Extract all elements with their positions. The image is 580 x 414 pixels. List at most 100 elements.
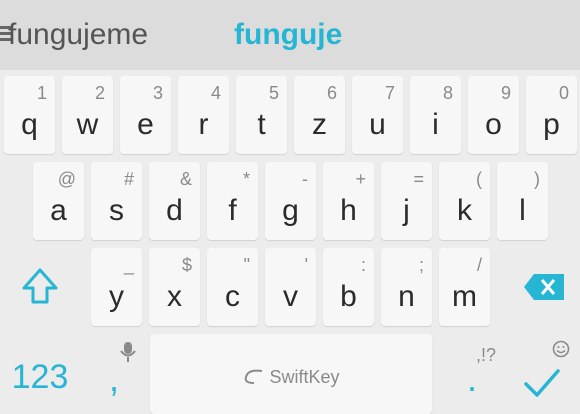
key-f[interactable]: * f (207, 162, 258, 240)
key-o[interactable]: 9o (468, 76, 519, 154)
key-l[interactable]: ) l (497, 162, 548, 240)
key-label: a (50, 194, 67, 227)
key-label: l (519, 194, 526, 227)
key-secondary: = (413, 169, 424, 189)
key-secondary: 5 (268, 83, 279, 103)
key-secondary: / (476, 255, 482, 275)
key-secondary: 8 (442, 83, 453, 103)
key-n[interactable]: ; n (381, 248, 432, 326)
period-key-label: . (466, 358, 477, 399)
key-secondary: + (355, 169, 366, 189)
key-label: m (452, 280, 477, 313)
key-v[interactable]: ' v (265, 248, 316, 326)
key-label: f (228, 194, 237, 227)
swiftkey-brand: SwiftKey (150, 367, 432, 388)
key-q[interactable]: 1q (4, 76, 55, 154)
swiftkey-logo-icon (245, 369, 263, 384)
key-z[interactable]: 6z (294, 76, 345, 154)
suggestion-bar: fungujeme funguje (0, 0, 580, 70)
key-b[interactable]: :b (323, 248, 374, 326)
numbers-key[interactable]: 123 (2, 334, 78, 414)
key-label: t (257, 108, 266, 141)
key-secondary: : (360, 255, 366, 275)
microphone-icon (120, 342, 136, 362)
suggestion-left[interactable]: fungujeme (8, 0, 148, 70)
space-key[interactable]: SwiftKey (150, 334, 432, 414)
key-secondary: 0 (558, 83, 569, 103)
key-label: d (166, 194, 183, 227)
key-secondary: _ (123, 255, 134, 275)
key-secondary: 2 (94, 83, 105, 103)
key-label: h (340, 194, 357, 227)
key-label: u (369, 108, 386, 141)
numbers-key-label: 123 (11, 358, 69, 396)
key-secondary: ' (304, 255, 308, 275)
key-label: i (432, 108, 439, 141)
key-r[interactable]: 4r (178, 76, 229, 154)
key-y[interactable]: _ y (91, 248, 142, 326)
key-e[interactable]: 3e (120, 76, 171, 154)
key-i[interactable]: 8i (410, 76, 461, 154)
key-label: z (312, 108, 327, 141)
key-secondary: 4 (210, 83, 221, 103)
key-secondary: ; (418, 255, 424, 275)
emoji-icon (552, 340, 570, 358)
key-s[interactable]: # s (91, 162, 142, 240)
period-key[interactable]: ,!? . (440, 334, 504, 414)
checkmark-icon (524, 369, 560, 397)
key-secondary: " (243, 255, 250, 275)
key-label: e (137, 108, 154, 141)
key-secondary: 1 (36, 83, 47, 103)
keyboard: 1q2w3e4r5t6z7u8i9o0p @ a # s & d * f - g + h = j(k) l … (0, 70, 580, 414)
key-k[interactable]: (k (439, 162, 490, 240)
key-label: r (198, 108, 209, 141)
key-secondary: $ (181, 255, 192, 275)
shift-icon (22, 268, 58, 304)
key-secondary: 9 (500, 83, 511, 103)
period-key-secondary: ,!? (475, 345, 496, 365)
key-label: x (167, 280, 182, 313)
key-label: o (485, 108, 502, 141)
swiftkey-brand-label: SwiftKey (269, 367, 340, 387)
key-secondary: - (302, 169, 308, 189)
key-p[interactable]: 0p (526, 76, 577, 154)
key-h[interactable]: + h (323, 162, 374, 240)
key-u[interactable]: 7u (352, 76, 403, 154)
key-w[interactable]: 2w (62, 76, 113, 154)
key-j[interactable]: = j (381, 162, 432, 240)
key-t[interactable]: 5t (236, 76, 287, 154)
key-secondary: * (242, 169, 250, 189)
key-label: g (282, 194, 299, 227)
suggestion-center[interactable]: funguje (234, 0, 342, 70)
key-secondary: 3 (152, 83, 163, 103)
key-secondary: 6 (326, 83, 337, 103)
key-a[interactable]: @ a (33, 162, 84, 240)
comma-key-label: , (108, 358, 119, 399)
key-secondary: @ (57, 169, 76, 189)
key-x[interactable]: $ x (149, 248, 200, 326)
key-label: w (76, 108, 99, 141)
key-c[interactable]: " c (207, 248, 258, 326)
key-label: n (398, 280, 415, 313)
key-secondary: ( (476, 169, 482, 189)
backspace-key[interactable] (500, 248, 578, 326)
key-label: b (340, 280, 357, 313)
key-m[interactable]: / m (439, 248, 490, 326)
key-label: c (225, 280, 240, 313)
key-secondary: & (179, 169, 192, 189)
key-label: y (109, 280, 124, 313)
key-label: p (543, 108, 560, 141)
comma-key[interactable]: , (84, 334, 144, 414)
key-label: s (109, 194, 124, 227)
enter-key[interactable] (510, 334, 578, 414)
backspace-icon (524, 274, 564, 300)
key-label: v (283, 280, 298, 313)
key-d[interactable]: & d (149, 162, 200, 240)
key-label: k (457, 194, 472, 227)
key-secondary: # (123, 169, 134, 189)
key-label: q (21, 108, 38, 141)
shift-key[interactable] (2, 248, 78, 326)
key-label: j (403, 194, 410, 227)
key-g[interactable]: -g (265, 162, 316, 240)
key-secondary: ) (534, 169, 540, 189)
